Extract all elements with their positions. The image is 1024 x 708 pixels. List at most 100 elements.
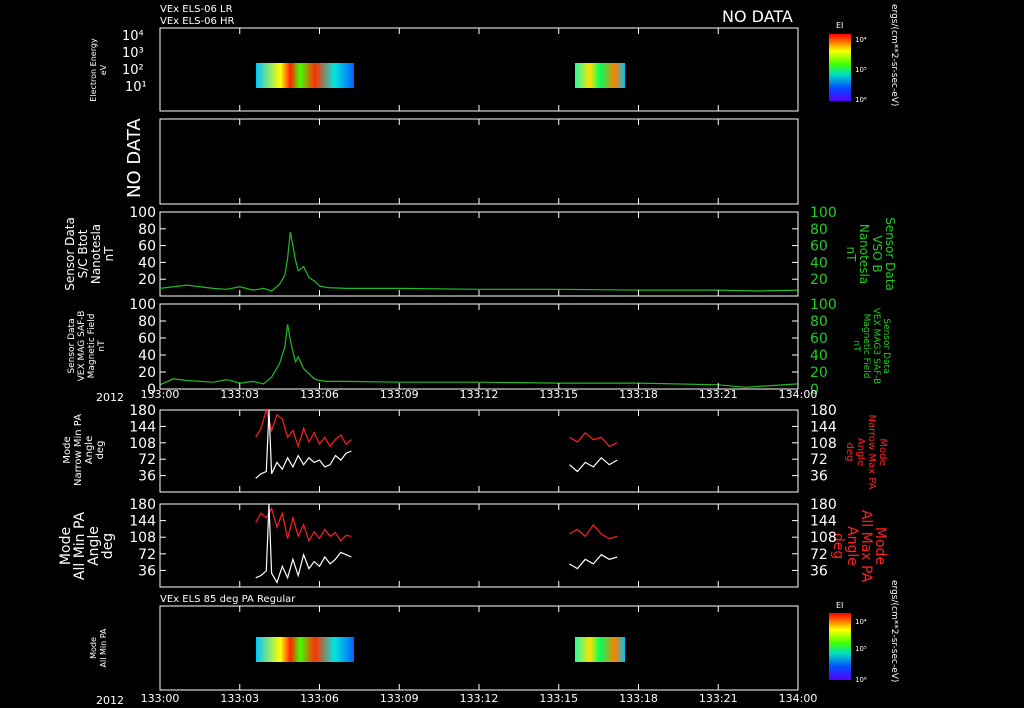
time-tick-label-lower: 133:09 [380,692,419,705]
svg-text:Electron Energy: Electron Energy [89,38,98,102]
time-tick-label-upper: 133:09 [380,388,419,401]
energy-tick-label: 10⁴ [122,29,144,44]
btot-y-tick-label: 60 [138,239,156,255]
colorbar-top-tick: 10⁵ [855,66,867,74]
narrow-pa-axis-label: Mode Narrow Min PA Angle deg [62,414,106,486]
time-tick-label-lower: 133:12 [460,692,499,705]
colorbar-bottom-title: EI [836,601,843,610]
panel-3-frame [159,211,799,297]
btot-right-axis-label: Sensor Data VSO B Nanotesla nT [844,217,897,291]
narrow_pa-y-tick-label-right: 108 [810,436,837,452]
svg-text:All Min PA: All Min PA [99,628,108,668]
time-tick-label-upper: 133:00 [141,388,180,401]
panel-5-frame [159,409,799,493]
narrow_pa-y-tick-label: 144 [129,419,156,435]
btot-y-tick-label-right: 60 [810,239,828,255]
svg-text:Mode: Mode [89,637,98,659]
energy-axis-label-bottom: Mode All Min PA [89,628,108,668]
svg-text:VEX MAG SAF-B: VEX MAG SAF-B [77,311,87,382]
colorbar-bottom-tick: 10⁶ [855,676,867,684]
narrow_pa-y-tick-label-right: 180 [810,403,837,419]
year-label-lower: 2012 [96,694,124,707]
narrow_pa-y-tick-label: 36 [138,469,156,485]
colorbar-top [829,34,851,101]
spectrogram-bottom-block-1 [256,637,354,662]
instrument-label-hr: VEx ELS-06 HR [160,16,235,27]
btot-y-tick-label-right: 80 [810,222,828,238]
time-tick-label-upper: 134:00 [779,388,818,401]
energy-tick-label: 10² [122,63,144,78]
svg-text:VEX MAG3 SAF-B: VEX MAG3 SAF-B [871,308,881,385]
panel-6-frame [159,503,799,588]
svg-text:S/C Btot: S/C Btot [76,229,90,278]
btot-axis-label: Sensor Data S/C Btot Nanotesla nT [63,217,116,291]
all_pa-y-tick-label-right: 180 [810,497,837,513]
svg-text:deg: deg [100,533,116,559]
mag_field-y-tick-label: 60 [138,331,156,347]
time-tick-label-lower: 133:18 [619,692,658,705]
all_pa-y-tick-label: 144 [129,514,156,530]
mag-axis-label: Sensor Data VEX MAG SAF-B Magnetic Field… [67,311,107,382]
narrow_pa-white-series-line [255,409,352,479]
time-tick-label-lower: 133:06 [300,692,339,705]
panel-4-frame [159,303,799,390]
colorbar-top-tick: 10⁴ [855,36,867,44]
svg-text:Angle: Angle [84,436,95,464]
svg-text:Magnetic Field: Magnetic Field [861,314,871,379]
svg-text:nT: nT [97,340,107,352]
narrow_pa-white-series-line [569,456,618,473]
time-tick-label-lower: 133:21 [699,692,738,705]
panel-1-frame [159,27,799,112]
svg-text:Nanotesla: Nanotesla [89,224,103,284]
energy-tick-label: 10¹ [125,80,147,95]
colorbar-bottom-tick: 10⁴ [855,618,867,626]
time-tick-label-lower: 133:03 [220,692,259,705]
mag-right-axis-label: Sensor Data VEX MAG3 SAF-B Magnetic Fiel… [851,308,891,385]
mag_field-series-line [159,324,799,388]
svg-text:nT: nT [851,340,861,352]
all_pa-y-tick-label: 36 [138,563,156,579]
no-data-panel-label: NO DATA [124,118,145,198]
mag_field-y-tick-label-right: 100 [810,297,837,313]
colorbar-top-tick: 10⁶ [855,96,867,104]
svg-text:VSO B: VSO B [870,235,884,272]
svg-text:Mode: Mode [62,436,73,463]
mag_field-y-tick-label: 80 [138,314,156,330]
all-pa-right-axis-label: Mode All Max PA Angle deg [830,510,888,583]
all_pa-red-series-line [569,523,618,540]
svg-text:Sensor Data: Sensor Data [883,217,897,291]
svg-text:Angle: Angle [855,438,866,466]
colorbar-top-units: ergs/(cm**2-sr-sec-eV) [889,4,899,106]
time-tick-label-upper: 133:12 [460,388,499,401]
svg-text:deg: deg [844,443,855,462]
narrow_pa-y-tick-label: 180 [129,403,156,419]
btot-y-tick-label-right: 20 [810,272,828,288]
svg-text:Narrow Max PA: Narrow Max PA [866,415,877,490]
time-tick-label-upper: 133:18 [619,388,658,401]
btot-y-tick-label: 80 [138,222,156,238]
year-label-upper: 2012 [96,391,124,404]
time-tick-label-lower: 133:00 [141,692,180,705]
time-tick-label-upper: 133:15 [539,388,578,401]
all_pa-white-series-line [255,503,352,584]
mag_field-y-tick-label-right: 40 [810,348,828,364]
btot-series-line [159,232,799,292]
btot-y-tick-label-right: 100 [810,205,837,221]
colorbar-top-title: EI [836,21,843,30]
all_pa-y-tick-label: 108 [129,530,156,546]
mag_field-y-tick-label: 40 [138,348,156,364]
plot-stage: VEx ELS-06 LR VEx ELS-06 HR NO DATA VEx … [58,4,899,707]
svg-text:deg: deg [95,441,106,460]
btot-y-tick-label: 100 [129,205,156,221]
narrow_pa-red-series-line [569,431,618,448]
time-tick-label-upper: 133:21 [699,388,738,401]
btot-y-tick-label: 20 [138,272,156,288]
mag_field-y-tick-label: 20 [138,365,156,381]
svg-text:Nanotesla: Nanotesla [857,224,871,284]
svg-text:nT: nT [102,246,116,262]
narrow_pa-y-tick-label-right: 72 [810,452,828,468]
spectrogram-top-block-1 [256,63,354,88]
svg-text:Mode: Mode [877,438,888,465]
narrow_pa-y-tick-label-right: 144 [810,419,837,435]
all_pa-y-tick-label: 72 [138,547,156,563]
